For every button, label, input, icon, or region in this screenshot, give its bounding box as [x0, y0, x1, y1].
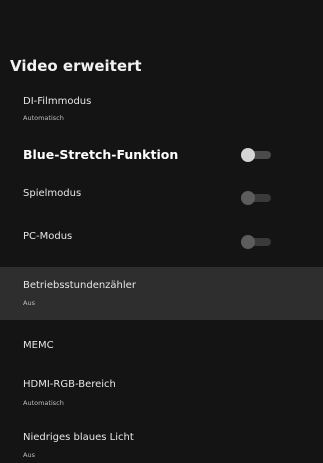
- menu-item-label: Spielmodus: [23, 188, 82, 199]
- menu-item-label: HDMI-RGB-Bereich: [23, 379, 116, 390]
- menu-item-pc-modus[interactable]: PC-Modus: [0, 224, 323, 258]
- menu-item-hdmi-rgb-bereich[interactable]: HDMI-RGB-Bereich Automatisch: [0, 372, 323, 412]
- toggle-knob: [241, 235, 255, 249]
- menu-item-di-filmmodus[interactable]: DI-Filmmodus Automatisch: [0, 90, 323, 128]
- menu-item-memc[interactable]: MEMC: [0, 333, 323, 363]
- toggle-switch[interactable]: [241, 191, 271, 205]
- menu-item-value: Automatisch: [23, 399, 64, 407]
- menu-item-value: Aus: [23, 451, 35, 459]
- page-title: Video erweitert: [10, 57, 142, 75]
- menu-item-label: DI-Filmmodus: [23, 96, 92, 107]
- menu-item-label: PC-Modus: [23, 231, 73, 242]
- menu-item-value: Aus: [23, 299, 35, 307]
- menu-item-spielmodus[interactable]: Spielmodus: [0, 180, 323, 214]
- menu-item-value: Automatisch: [23, 114, 64, 122]
- toggle-switch[interactable]: [241, 235, 271, 249]
- settings-panel: Video erweitert DI-Filmmodus Automatisch…: [0, 0, 323, 463]
- menu-item-betriebsstundenzaehler[interactable]: Betriebsstundenzähler Aus: [0, 267, 323, 320]
- menu-item-label: Blue-Stretch-Funktion: [23, 147, 179, 162]
- menu-item-label: Niedriges blaues Licht: [23, 432, 134, 443]
- toggle-switch[interactable]: [241, 148, 271, 162]
- menu-item-label: Betriebsstundenzähler: [23, 280, 136, 291]
- menu-item-label: MEMC: [23, 340, 54, 351]
- toggle-knob: [241, 191, 255, 205]
- menu-item-niedriges-blaues-licht[interactable]: Niedriges blaues Licht Aus: [0, 426, 323, 463]
- toggle-knob: [241, 148, 255, 162]
- menu-item-blue-stretch-funktion[interactable]: Blue-Stretch-Funktion: [0, 138, 323, 172]
